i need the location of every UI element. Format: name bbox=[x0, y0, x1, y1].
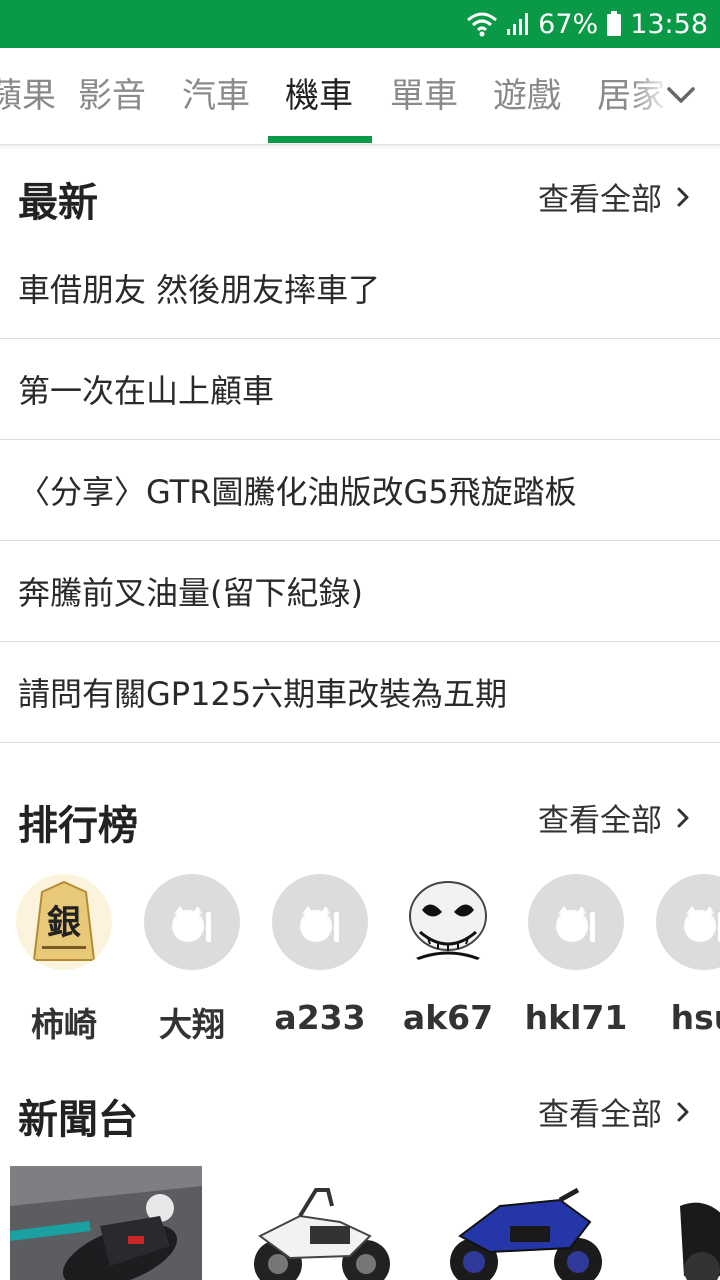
ranking-user-name: 柿崎 bbox=[31, 1005, 97, 1044]
ranking-user[interactable]: 大翔 bbox=[128, 874, 256, 1044]
ranking-view-all-link[interactable]: 查看全部 bbox=[538, 795, 690, 840]
news-card-racing-motorcycle-image[interactable] bbox=[10, 1166, 202, 1280]
default-avatar-icon bbox=[144, 874, 240, 970]
ranking-user-name: hsu bbox=[670, 998, 720, 1037]
default-avatar-icon bbox=[656, 874, 720, 970]
wifi-icon bbox=[466, 11, 498, 37]
chevron-right-icon bbox=[677, 1102, 689, 1121]
skull-avatar bbox=[400, 874, 496, 970]
view-all-label: 查看全部 bbox=[538, 182, 662, 218]
tab-games[interactable]: 遊戲 bbox=[493, 48, 561, 144]
latest-view-all-link[interactable]: 查看全部 bbox=[538, 174, 690, 219]
shogi-piece-avatar: 銀 bbox=[16, 874, 112, 970]
chevron-right-icon bbox=[677, 808, 689, 827]
newsroom-cards bbox=[0, 1166, 720, 1280]
ranking-user-name: ak67 bbox=[402, 998, 494, 1037]
news-list-item[interactable]: 車借朋友 然後朋友摔車了 bbox=[0, 238, 720, 339]
ranking-user[interactable]: hkl71 bbox=[512, 874, 640, 1037]
latest-section-title: 最新 bbox=[18, 180, 98, 226]
news-card-sport-bike-image[interactable] bbox=[430, 1166, 622, 1280]
ranking-section-title: 排行榜 bbox=[18, 803, 138, 849]
clock: 13:58 bbox=[630, 8, 708, 40]
svg-text:銀: 銀 bbox=[47, 903, 81, 943]
signal-icon bbox=[506, 12, 530, 36]
status-bar: 67% 13:58 bbox=[0, 0, 720, 48]
battery-percent: 67% bbox=[538, 8, 599, 40]
ranking-user[interactable]: a233 bbox=[256, 874, 384, 1037]
chevron-down-icon[interactable] bbox=[664, 78, 698, 112]
default-avatar-icon bbox=[272, 874, 368, 970]
tab-bicycles[interactable]: 單車 bbox=[390, 48, 458, 144]
active-tab-indicator bbox=[268, 136, 372, 143]
default-avatar-icon bbox=[528, 874, 624, 970]
ranking-user[interactable]: hsu bbox=[640, 874, 720, 1037]
ranking-user[interactable]: ak67 bbox=[384, 874, 512, 1037]
ranking-user-name: hkl71 bbox=[524, 998, 628, 1037]
category-tab-bar: 蘋果 影音 汽車 機車 單車 遊戲 居家 bbox=[0, 48, 720, 145]
latest-news-list: 車借朋友 然後朋友摔車了 第一次在山上顧車 〈分享〉GTR圖騰化油版改G5飛旋踏… bbox=[0, 238, 720, 743]
news-list-item[interactable]: 請問有關GP125六期車改裝為五期 bbox=[0, 642, 720, 743]
newsroom-section-title: 新聞台 bbox=[18, 1097, 138, 1143]
newsroom-view-all-link[interactable]: 查看全部 bbox=[538, 1089, 690, 1134]
news-list-item[interactable]: 〈分享〉GTR圖騰化油版改G5飛旋踏板 bbox=[0, 440, 720, 541]
news-list-item[interactable]: 奔騰前叉油量(留下紀錄) bbox=[0, 541, 720, 642]
ranking-list: 銀 柿崎 大翔 a233 ak67 hkl71 hs bbox=[0, 874, 720, 1044]
status-indicators: 67% 13:58 bbox=[466, 0, 708, 48]
ranking-user[interactable]: 銀 柿崎 bbox=[0, 874, 128, 1044]
view-all-label: 查看全部 bbox=[538, 1097, 662, 1133]
tab-motorcycles[interactable]: 機車 bbox=[285, 48, 353, 144]
ranking-user-name: a233 bbox=[274, 998, 366, 1037]
tab-apple[interactable]: 蘋果 bbox=[0, 48, 56, 144]
tab-video[interactable]: 影音 bbox=[78, 48, 146, 144]
view-all-label: 查看全部 bbox=[538, 803, 662, 839]
chevron-right-icon bbox=[677, 187, 689, 206]
tab-cars[interactable]: 汽車 bbox=[182, 48, 250, 144]
battery-icon bbox=[606, 11, 622, 37]
news-card-adventure-scooter-image[interactable] bbox=[220, 1166, 412, 1280]
ranking-user-name: 大翔 bbox=[159, 1005, 225, 1044]
news-card-scooter-image[interactable] bbox=[644, 1166, 720, 1280]
news-list-item[interactable]: 第一次在山上顧車 bbox=[0, 339, 720, 440]
